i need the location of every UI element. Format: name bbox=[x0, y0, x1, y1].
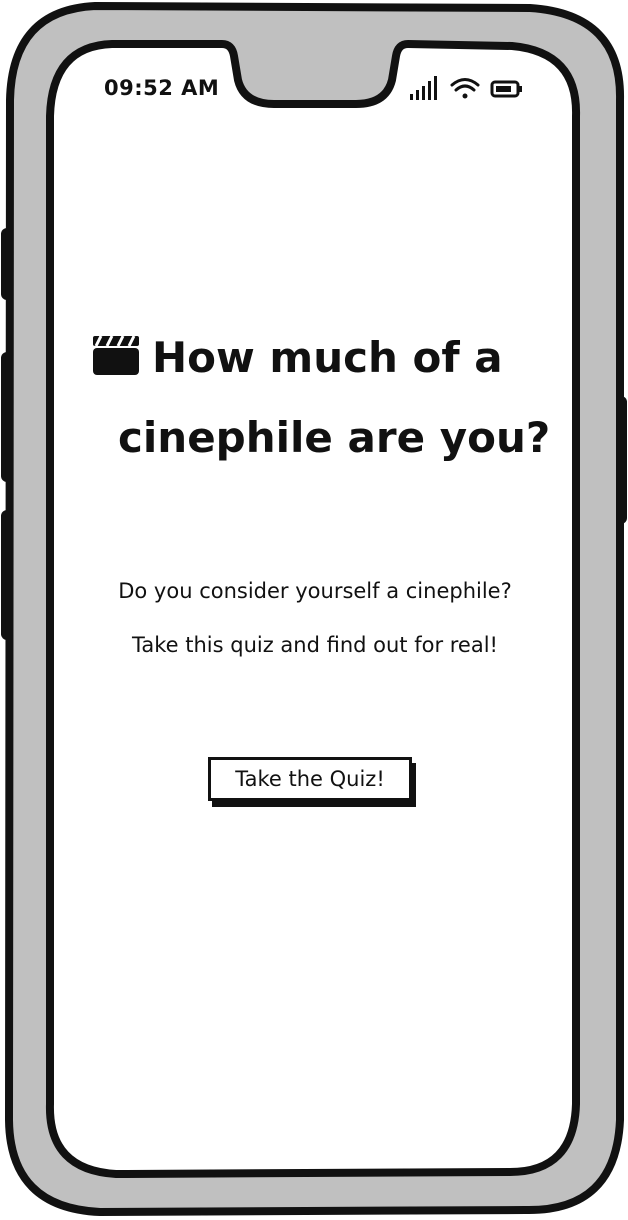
title-line-2: cinephile are you? bbox=[118, 413, 551, 462]
signal-icon bbox=[410, 76, 437, 100]
intro-text: Do you consider yourself a cinephile? Ta… bbox=[60, 564, 570, 672]
take-quiz-button[interactable]: Take the Quiz! bbox=[208, 757, 412, 801]
battery-icon bbox=[490, 80, 522, 98]
title-line-1: How much of a bbox=[152, 333, 503, 382]
take-quiz-button-wrap: Take the Quiz! bbox=[208, 757, 418, 807]
status-time: 09:52 AM bbox=[104, 76, 220, 100]
title-first-line: How much of a bbox=[92, 333, 503, 382]
page-title: How much of a cinephile are you? bbox=[92, 318, 552, 478]
status-icons bbox=[410, 76, 522, 100]
wifi-icon bbox=[450, 78, 480, 99]
intro-line-1: Do you consider yourself a cinephile? bbox=[118, 579, 512, 603]
phone-mockup: 09:52 AM How much of a cinephile are you bbox=[0, 0, 628, 1220]
clapperboard-icon bbox=[93, 335, 139, 375]
intro-line-2: Take this quiz and find out for real! bbox=[132, 633, 498, 657]
